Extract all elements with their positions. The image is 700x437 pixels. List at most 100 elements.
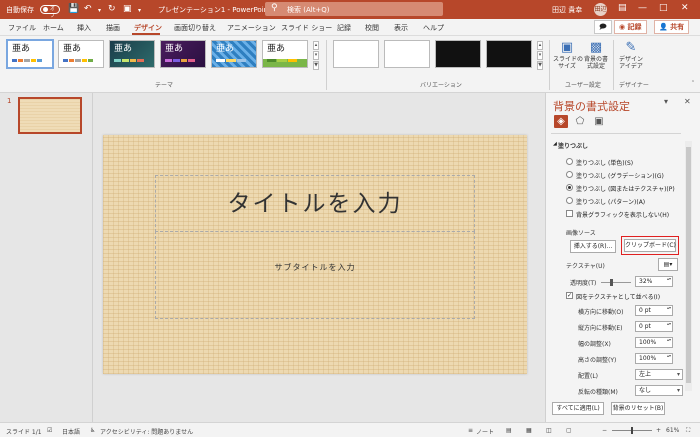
- maximize-icon[interactable]: □: [659, 3, 668, 13]
- slide-counter: スライド 1/1: [6, 429, 42, 436]
- theme-scroll-up-icon[interactable]: ▴: [313, 41, 319, 50]
- slide-thumbnail[interactable]: [18, 97, 82, 134]
- variant-2[interactable]: [384, 40, 430, 68]
- divider: [326, 40, 327, 90]
- fit-to-window-icon[interactable]: ⛶: [686, 427, 690, 435]
- present-icon[interactable]: ▣: [123, 4, 132, 14]
- offset-x-input[interactable]: 0 pt: [635, 305, 673, 316]
- tab-design[interactable]: デザイン: [134, 23, 162, 33]
- variant-1[interactable]: [333, 40, 379, 68]
- accessibility-status[interactable]: アクセシビリティ: 問題ありません: [100, 427, 193, 436]
- pane-scrollbar[interactable]: [685, 141, 692, 391]
- offset-y-input[interactable]: 0 pt: [635, 321, 673, 332]
- variant-more-icon[interactable]: ▼: [537, 61, 543, 70]
- save-icon[interactable]: 💾: [68, 4, 79, 14]
- notes-icon[interactable]: ≡: [468, 427, 473, 434]
- slide-thumbnail-pane: 1: [0, 93, 93, 422]
- theme-5[interactable]: 亜あ: [211, 40, 257, 68]
- customize-qat-icon[interactable]: ▾: [138, 6, 141, 16]
- zoom-slider[interactable]: [612, 427, 652, 434]
- minimize-icon[interactable]: —: [638, 3, 647, 13]
- checkmark-icon: ✓: [566, 292, 573, 299]
- tab-review[interactable]: 校閲: [365, 23, 379, 33]
- tab-help[interactable]: ヘルプ: [423, 23, 444, 33]
- pane-options-icon[interactable]: ▾: [664, 97, 668, 106]
- theme-2[interactable]: 亜あ: [58, 40, 104, 68]
- theme-6[interactable]: 亜あ: [262, 40, 308, 68]
- apply-to-all-button[interactable]: すべてに適用(L): [552, 402, 604, 415]
- accessibility-icon[interactable]: ♿: [90, 427, 95, 434]
- transparency-label: 透明度(T): [570, 280, 597, 287]
- title-placeholder[interactable]: タイトルを入力: [155, 175, 475, 232]
- tab-slideshow[interactable]: スライド ショー: [281, 23, 332, 33]
- language-indicator[interactable]: 日本語: [62, 427, 80, 436]
- spellcheck-icon[interactable]: ☑: [47, 427, 52, 434]
- record-button[interactable]: ◉ 記録: [614, 20, 647, 34]
- reading-view-icon[interactable]: ◫: [546, 427, 552, 434]
- tab-insert[interactable]: 挿入: [77, 23, 91, 33]
- tab-view[interactable]: 表示: [394, 23, 408, 33]
- ribbon-display-icon[interactable]: ▤: [618, 3, 627, 13]
- comments-button[interactable]: 🗩: [594, 20, 612, 34]
- pane-title: 背景の書式設定: [553, 100, 630, 113]
- picture-icon[interactable]: ▣: [592, 115, 606, 128]
- notes-button[interactable]: ノート: [476, 427, 494, 436]
- avatar[interactable]: 田辺: [594, 3, 607, 16]
- mirror-type-dropdown[interactable]: なし: [635, 385, 683, 396]
- section-fill[interactable]: 塗りつぶし: [558, 141, 588, 150]
- tab-transitions[interactable]: 画面切り替え: [174, 23, 216, 33]
- tab-draw[interactable]: 描画: [106, 23, 120, 33]
- theme-4[interactable]: 亜あ: [160, 40, 206, 68]
- theme-more-icon[interactable]: ▼: [313, 61, 319, 70]
- pane-close-icon[interactable]: ✕: [684, 97, 691, 106]
- normal-view-icon[interactable]: ▤: [506, 427, 512, 434]
- zoom-out-icon[interactable]: −: [602, 427, 607, 434]
- clipboard-button[interactable]: クリップボード(C): [624, 239, 676, 252]
- format-background-pane: 背景の書式設定 ▾ ✕ ◈ ⬠ ▣ ◢ 塗りつぶし 塗りつぶし (単色)(S) …: [545, 93, 700, 422]
- slide-size-button[interactable]: ▣ スライドの サイズ: [553, 41, 583, 71]
- tab-file[interactable]: ファイル: [8, 23, 36, 33]
- design-ideas-button[interactable]: ✎ デザイン アイデア: [617, 41, 645, 71]
- texture-picker[interactable]: ▤▾: [658, 258, 678, 271]
- slide-sorter-icon[interactable]: ▦: [526, 427, 532, 434]
- zoom-in-icon[interactable]: +: [656, 427, 661, 434]
- user-name[interactable]: 田辺 貴幸: [552, 5, 582, 15]
- scale-y-input[interactable]: 100%: [635, 353, 673, 364]
- group-label-themes: テーマ: [155, 82, 174, 89]
- tab-home[interactable]: ホーム: [43, 23, 64, 33]
- theme-scroll-down-icon[interactable]: ▾: [313, 51, 319, 60]
- undo-icon[interactable]: ↶: [84, 4, 92, 14]
- transparency-input[interactable]: 32%: [635, 276, 673, 287]
- search-box[interactable]: ⚲ 検索 (Alt+Q): [265, 2, 443, 16]
- autosave-toggle[interactable]: オフ: [40, 5, 60, 19]
- collapse-section-icon[interactable]: ◢: [553, 141, 557, 147]
- theme-3[interactable]: 亜あ: [109, 40, 155, 68]
- reset-background-button[interactable]: 背景のリセット(B): [611, 402, 665, 415]
- transparency-slider[interactable]: [601, 279, 631, 286]
- close-icon[interactable]: ✕: [681, 3, 689, 13]
- insert-image-button[interactable]: 挿入する(R)...: [570, 240, 616, 253]
- variant-4[interactable]: [486, 40, 532, 68]
- theme-office[interactable]: 亜あ: [6, 39, 54, 69]
- scale-x-input[interactable]: 100%: [635, 337, 673, 348]
- slide[interactable]: タイトルを入力 サブタイトルを入力: [103, 135, 527, 374]
- redo-icon[interactable]: ↻: [108, 4, 116, 14]
- variant-scroll-up-icon[interactable]: ▴: [537, 41, 543, 50]
- zoom-level[interactable]: 61%: [666, 427, 679, 434]
- slide-number: 1: [7, 97, 12, 105]
- subtitle-placeholder[interactable]: サブタイトルを入力: [155, 231, 475, 319]
- fill-icon[interactable]: ◈: [554, 115, 568, 128]
- format-background-button[interactable]: ▩ 背景の書 式設定: [582, 41, 610, 71]
- tab-record[interactable]: 記録: [337, 23, 351, 33]
- variant-3[interactable]: [435, 40, 481, 68]
- divider: [551, 133, 681, 134]
- texture-label: テクスチャ(U): [566, 263, 605, 270]
- slideshow-view-icon[interactable]: ▢: [566, 427, 572, 434]
- undo-dropdown-icon[interactable]: ▾: [98, 6, 101, 16]
- tab-animations[interactable]: アニメーション: [227, 23, 276, 33]
- effects-icon[interactable]: ⬠: [573, 115, 587, 128]
- alignment-dropdown[interactable]: 左上: [635, 369, 683, 380]
- variant-scroll-down-icon[interactable]: ▾: [537, 51, 543, 60]
- collapse-ribbon-icon[interactable]: ⌃: [690, 80, 696, 89]
- share-button[interactable]: 👤 共有: [654, 20, 690, 34]
